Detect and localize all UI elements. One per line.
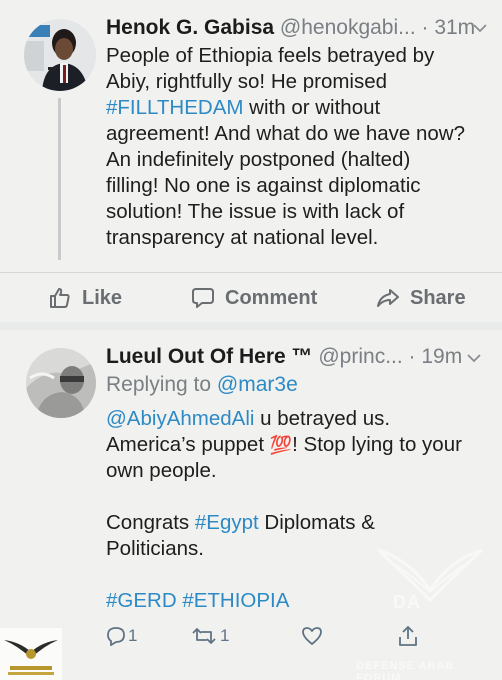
avatar-lueul[interactable]	[26, 348, 96, 418]
like-label: Like	[82, 286, 123, 309]
watermark-text: DEFENSE ARAB FORUM	[356, 660, 455, 680]
tweet-text-line: #FILLTHEDAM with or without	[106, 95, 486, 121]
tweet-time: · 31m	[421, 16, 476, 39]
tweet-text-line: Abiy, rightfully so! He promised	[106, 70, 388, 93]
action-divider	[0, 272, 502, 273]
tweet1-text: People of Ethiopia feels betrayed by Abi…	[106, 43, 486, 251]
tweet-text-fragment: Congrats	[106, 511, 195, 534]
mention-abiyahmedali[interactable]: @AbiyAhmedAli	[106, 407, 254, 430]
reply-icon	[107, 627, 125, 646]
comment-label: Comment	[225, 286, 318, 309]
hashtag-fillthedam[interactable]: #FILLTHEDAM	[106, 96, 243, 119]
author-name[interactable]: Henok G. Gabisa	[106, 16, 274, 39]
tweet-text-line: An indefinitely postponed (halted)	[106, 148, 411, 171]
watermark-badge	[0, 628, 62, 680]
replying-to-label: Replying to	[106, 373, 217, 396]
hashtag-egypt[interactable]: #Egypt	[195, 511, 259, 534]
tweet-text-line: agreement! And what do we have now?	[106, 122, 465, 145]
tweet1-header: Henok G. Gabisa @henokgabi... · 31m	[106, 15, 475, 41]
tweet-text-line: @AbiyAhmedAli u betrayed us.	[106, 406, 486, 432]
heart-icon	[302, 627, 322, 645]
author-handle[interactable]: @princ...	[318, 345, 402, 368]
like-heart-button[interactable]	[301, 626, 323, 646]
watermark-logo	[376, 548, 484, 603]
tweet2-header: Lueul Out Of Here ™ @princ... · 19m	[106, 344, 462, 370]
thumbs-up-icon	[50, 288, 70, 308]
tweet-text-line: People of Ethiopia feels betrayed by	[106, 44, 435, 67]
chevron-down-icon[interactable]	[466, 350, 482, 366]
comment-icon	[192, 288, 214, 308]
share-button[interactable]: Share	[376, 286, 466, 310]
thread-line	[58, 98, 61, 260]
tweet-text-fragment: ! Stop lying to your	[292, 433, 462, 456]
tweet-card-2: Lueul Out Of Here ™ @princ... · 19m Repl…	[0, 330, 502, 680]
eagle-emblem-icon	[4, 640, 58, 675]
author-name[interactable]: Lueul Out Of Here ™	[106, 345, 313, 368]
chevron-down-icon[interactable]	[472, 20, 488, 36]
replying-to-handle[interactable]: @mar3e	[217, 373, 298, 396]
like-button[interactable]: Like	[48, 286, 122, 310]
watermark-logo-text: DA	[393, 592, 421, 612]
tweet-card-1: Henok G. Gabisa @henokgabi... · 31m Peop…	[0, 0, 502, 322]
tweet-text-fragment: u betrayed us.	[254, 407, 391, 430]
tweet-text-line: own people.	[106, 459, 217, 482]
tweet-text-line: solution! The issue is with lack of	[106, 200, 405, 223]
tweet-time: · 19m	[408, 345, 463, 368]
reply-button[interactable]: 1	[106, 626, 137, 646]
share-icon	[377, 289, 399, 307]
tweet-text-line: transparency at national level.	[106, 226, 379, 249]
comment-button[interactable]: Comment	[191, 286, 317, 310]
retweet-count: 1	[220, 626, 230, 645]
retweet-icon	[192, 628, 216, 644]
retweet-button[interactable]: 1	[190, 626, 229, 646]
replying-to: Replying to @mar3e	[106, 372, 298, 398]
reply-count: 1	[128, 626, 138, 645]
tweet-text-fragment: Diplomats &	[258, 511, 375, 534]
tweet-text-fragment: America’s puppet	[106, 433, 270, 456]
tweet-text-fragment: with or without	[243, 96, 381, 119]
avatar-henok[interactable]	[24, 19, 96, 91]
author-handle[interactable]: @henokgabi...	[280, 16, 416, 39]
hundred-points-emoji: 💯	[269, 435, 293, 455]
tweet-text-line: filling! No one is against diplomatic	[106, 174, 421, 197]
tweet-text-line: America’s puppet 💯! Stop lying to your	[106, 432, 486, 458]
share-label: Share	[410, 286, 466, 309]
